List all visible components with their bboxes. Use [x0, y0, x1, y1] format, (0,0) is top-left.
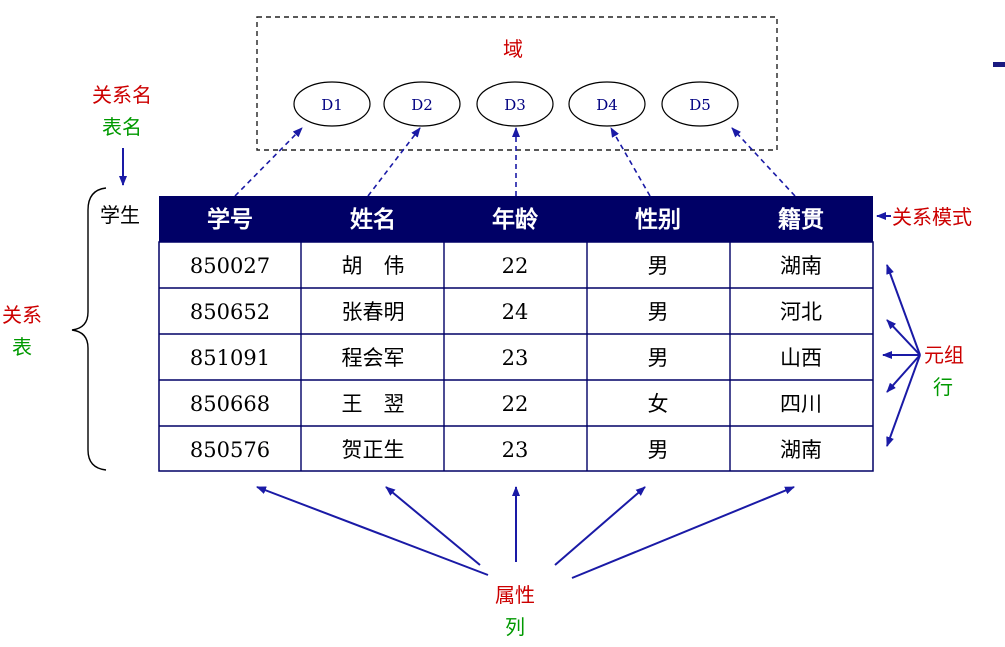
attribute-arrows	[256, 486, 795, 579]
domain-d3: D3	[504, 96, 526, 114]
table-label: 表	[12, 335, 32, 359]
tuple-label: 元组	[924, 343, 964, 367]
domain-label: 域	[503, 37, 523, 61]
column-label: 列	[505, 615, 525, 639]
attribute-label: 属性	[495, 583, 535, 607]
table-name: 学生	[100, 203, 140, 227]
table-cell: 男	[648, 346, 669, 370]
table-cell: 851091	[190, 346, 270, 370]
row-label: 行	[933, 375, 953, 399]
table-cell: 850668	[190, 392, 270, 416]
domain-d4: D4	[596, 96, 618, 114]
header-student-id: 学号	[207, 206, 253, 233]
corner-marker	[993, 62, 1005, 67]
domain-arrow-2	[367, 127, 421, 197]
domain-d2: D2	[411, 96, 433, 114]
relation-label: 关系	[2, 303, 42, 327]
table-cell: 河北	[780, 300, 822, 324]
table-cell: 男	[648, 300, 669, 324]
domain-arrows	[234, 127, 796, 197]
header-gender: 性别	[635, 206, 681, 233]
domain-ellipses: D1 D2 D3 D4 D5	[293, 81, 739, 127]
table-cell: 23	[502, 438, 529, 462]
table-cell: 湖南	[780, 254, 822, 278]
relation-brace	[71, 187, 107, 471]
domain-d1: D1	[321, 96, 343, 114]
header-age: 年龄	[492, 206, 539, 233]
table-name-label: 表名	[102, 115, 142, 139]
table-cell: 850652	[190, 300, 270, 324]
table-cell: 贺正生	[342, 438, 405, 462]
table-cell: 王 翌	[342, 392, 405, 416]
tuple-arrow-2	[886, 319, 921, 356]
domain-d5: D5	[689, 96, 711, 114]
table-cell: 男	[648, 254, 669, 278]
table-cell: 24	[502, 300, 529, 324]
table-cell: 张春明	[342, 300, 405, 324]
student-table: 学号 姓名 年龄 性别 籍贯 850027 胡 伟 22 男 湖南 850652…	[158, 196, 874, 472]
header-name: 姓名	[350, 206, 396, 233]
domain-arrow-5	[731, 127, 796, 197]
tuple-arrow-1	[886, 264, 921, 356]
table-cell: 湖南	[780, 438, 822, 462]
header-hometown: 籍贯	[778, 206, 824, 233]
table-cell: 22	[502, 392, 529, 416]
relation-schema-label: 关系模式	[892, 205, 972, 229]
relational-model-diagram: 域 D1 D2 D3 D4 D5 关系名 表名 学生 关系 表 学号 姓名 年龄…	[2, 16, 1005, 639]
table-cell: 23	[502, 346, 529, 370]
table-cell: 四川	[780, 392, 822, 416]
table-cell: 胡 伟	[342, 254, 405, 278]
tuple-arrows	[882, 264, 921, 447]
table-cell: 程会军	[342, 346, 405, 370]
attribute-arrow-5	[571, 486, 795, 579]
table-cell: 男	[648, 438, 669, 462]
table-cell: 850027	[190, 254, 270, 278]
domain-arrow-4	[610, 127, 651, 197]
table-cell: 女	[648, 392, 669, 416]
domain-arrow-1	[234, 127, 303, 197]
attribute-arrow-1	[256, 486, 489, 576]
tuple-arrow-5	[886, 354, 921, 447]
table-cell: 850576	[190, 438, 270, 462]
relation-name-label: 关系名	[92, 83, 152, 107]
tuple-arrow-4	[886, 354, 921, 393]
table-cell: 山西	[780, 346, 822, 370]
table-cell: 22	[502, 254, 529, 278]
